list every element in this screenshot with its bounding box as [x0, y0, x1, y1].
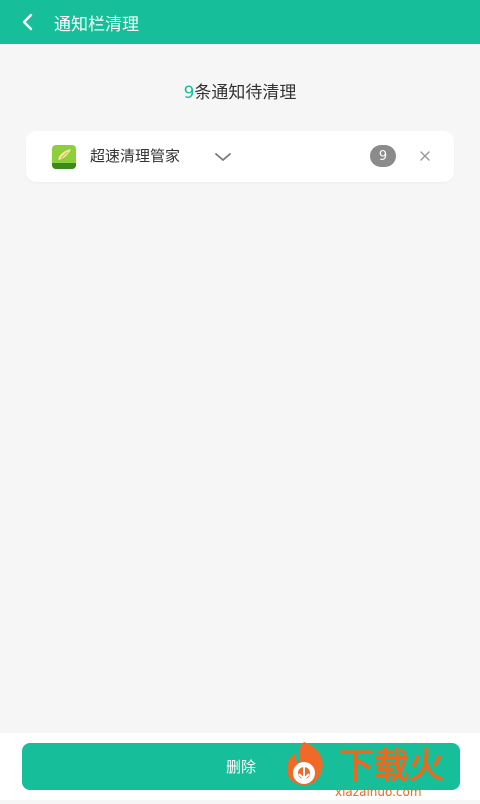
app-header: 通知栏清理 — [0, 0, 480, 44]
back-icon[interactable] — [6, 0, 50, 44]
notification-count-line: 9条通知待清理 — [0, 78, 480, 103]
notification-badge: 9 — [370, 145, 396, 167]
page-title: 通知栏清理 — [54, 14, 139, 35]
watermark-url: xiazaihuo.com — [335, 785, 422, 799]
app-name: 超速清理管家 — [90, 147, 181, 165]
chevron-down-icon[interactable] — [214, 149, 232, 163]
watermark-brand-text: 下载火 — [339, 747, 444, 787]
close-icon[interactable] — [417, 148, 433, 164]
notification-group-card[interactable]: 超速清理管家 9 — [26, 131, 454, 182]
notification-count: 9 — [183, 83, 195, 103]
app-icon — [52, 145, 76, 169]
notification-count-text: 条通知待清理 — [194, 83, 297, 103]
site-watermark: 下载火 xiazaihuo.com — [281, 736, 480, 800]
